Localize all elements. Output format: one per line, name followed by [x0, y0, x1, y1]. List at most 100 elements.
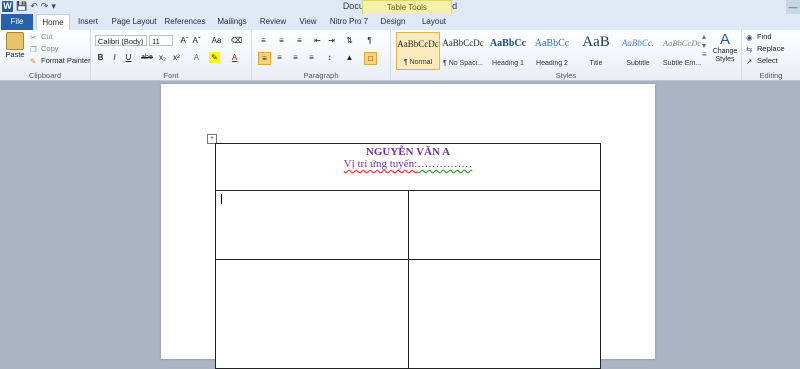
style-subtitle[interactable]: AaBbCc. Subtitle [616, 32, 660, 70]
superscript-button[interactable]: x² [171, 52, 182, 63]
style-subtle-emphasis-name: Subtle Em... [662, 60, 702, 67]
decrease-indent-icon[interactable]: ⇤ [312, 35, 323, 46]
tab-file[interactable]: File [1, 14, 33, 30]
align-right-icon[interactable]: ≡ [290, 52, 301, 63]
style-no-spacing[interactable]: AaBbCcDc ¶ No Spaci... [441, 32, 485, 70]
change-styles-button[interactable]: A Change Styles [710, 32, 740, 64]
align-left-icon[interactable]: ≡ [258, 52, 271, 65]
bullets-icon[interactable]: ≡ [258, 35, 269, 46]
style-normal-name: ¶ Normal [403, 59, 433, 66]
tab-insert[interactable]: Insert [73, 14, 103, 30]
table-cell-r2c2[interactable] [408, 190, 601, 260]
minimize-button[interactable]: — [786, 0, 800, 14]
ribbon-tabs: File Home Insert Page Layout References … [0, 14, 800, 31]
scissors-icon: ✂ [30, 32, 37, 42]
table-cell-r2c1[interactable] [215, 190, 409, 260]
italic-button[interactable]: I [109, 52, 120, 63]
sort-icon[interactable]: ⇅ [344, 35, 355, 46]
replace-icon: ⇆ [746, 44, 753, 54]
style-no-spacing-name: ¶ No Spaci... [443, 60, 483, 67]
style-heading-2-sample: AaBbCc [534, 38, 570, 49]
multilevel-list-icon[interactable]: ≡ [294, 35, 305, 46]
select-icon: ↗ [746, 56, 753, 66]
align-center-icon[interactable]: ≡ [274, 52, 285, 63]
style-heading-1-sample: AaBbCc [489, 38, 527, 49]
change-styles-icon: A [719, 31, 730, 48]
ribbon: Paste ✂ Cut ❐ Copy ✎ Format Painter Clipboa… [0, 30, 800, 81]
position-line: Vị trí ứng tuyển:…………… [216, 158, 600, 170]
show-formatting-button[interactable]: ¶ [364, 35, 375, 46]
tab-mailings[interactable]: Mailings [213, 14, 251, 30]
numbering-icon[interactable]: ≡ [276, 35, 287, 46]
tab-references[interactable]: References [163, 14, 207, 30]
style-normal-sample: AaBbCcDc [397, 39, 439, 49]
justify-icon[interactable]: ≡ [306, 52, 317, 63]
style-subtle-emphasis-sample: AaBbCcDc [662, 38, 702, 48]
style-subtitle-name: Subtitle [626, 60, 650, 67]
paragraph-group: ≡ ≡ ≡ ⇤ ⇥ ⇅ ¶ ≡ ≡ ≡ ≡ ↕ ▲ □ Paragraph [252, 30, 391, 80]
tab-design[interactable]: Design [377, 14, 409, 30]
position-label: Vị trí ứng tuyển: [343, 158, 418, 170]
find-button[interactable]: ◉ Find [746, 32, 772, 42]
tab-layout[interactable]: Layout [418, 14, 450, 30]
change-styles-label: Change Styles [712, 48, 738, 63]
tab-home[interactable]: Home [36, 14, 70, 31]
tab-view[interactable]: View [295, 14, 321, 30]
style-title-name: Title [589, 60, 603, 67]
text-effects-icon[interactable]: A [191, 52, 202, 63]
cut-button[interactable]: ✂ Cut [30, 32, 53, 42]
strikethrough-button[interactable]: abe [139, 52, 155, 63]
font-family-select[interactable]: Calibri (Body) [95, 35, 147, 46]
style-normal[interactable]: AaBbCcDc ¶ Normal [396, 32, 440, 70]
document-page[interactable]: + NGUYỄN VĂN A Vị trí ứng tuyển:…………… [161, 84, 655, 369]
copy-button[interactable]: ❐ Copy [30, 44, 59, 54]
tab-page-layout[interactable]: Page Layout [110, 14, 158, 30]
shading-icon[interactable]: ▲ [344, 52, 355, 63]
tab-review[interactable]: Review [257, 14, 289, 30]
paste-button[interactable]: Paste [4, 32, 26, 59]
shrink-font-button[interactable]: Aˇ [191, 35, 202, 46]
highlight-icon[interactable]: ✎ [209, 52, 220, 63]
style-heading-2[interactable]: AaBbCc Heading 2 [530, 32, 574, 70]
increase-indent-icon[interactable]: ⇥ [326, 35, 337, 46]
gallery-scroll-icon[interactable]: ▴ ▾ ≡ [702, 32, 707, 59]
style-no-spacing-sample: AaBbCcDc [442, 38, 484, 48]
font-size-select[interactable]: 11 [149, 35, 173, 46]
table-tools-title: Table Tools [387, 3, 427, 12]
style-title[interactable]: AaB Title [574, 32, 618, 70]
paste-label: Paste [5, 50, 25, 59]
style-heading-1[interactable]: AaBbCc Heading 1 [486, 32, 530, 70]
brush-icon: ✎ [30, 56, 37, 66]
editing-group: ◉ Find ⇆ Replace ↗ Select Editing [742, 30, 800, 80]
editing-label: Editing [759, 71, 783, 80]
clipboard-group: Paste ✂ Cut ❐ Copy ✎ Format Painter Clipboa… [0, 30, 91, 80]
style-title-sample: AaB [582, 34, 610, 50]
line-spacing-icon[interactable]: ↕ [324, 52, 335, 63]
styles-label: Styles [555, 71, 577, 80]
cv-table[interactable]: NGUYỄN VĂN A Vị trí ứng tuyển:…………… [215, 143, 601, 369]
style-heading-2-name: Heading 2 [536, 60, 568, 67]
position-dots: …………… [417, 158, 473, 170]
styles-gallery: AaBbCcDc ¶ Normal AaBbCcDc ¶ No Spaci...… [394, 32, 710, 70]
replace-button[interactable]: ⇆ Replace [746, 44, 785, 54]
borders-icon[interactable]: □ [364, 52, 377, 65]
tab-nitro-pro[interactable]: Nitro Pro 7 [326, 14, 372, 30]
underline-button[interactable]: U [123, 52, 134, 63]
subscript-button[interactable]: x₂ [157, 52, 168, 63]
select-button[interactable]: ↗ Select [746, 56, 778, 66]
style-subtitle-sample: AaBbCc. [621, 38, 655, 48]
font-color-icon[interactable]: A [229, 52, 240, 63]
grow-font-button[interactable]: Aˆ [179, 35, 190, 46]
document-workspace[interactable]: + NGUYỄN VĂN A Vị trí ứng tuyển:…………… [0, 81, 800, 369]
header-cell[interactable]: NGUYỄN VĂN A Vị trí ứng tuyển:…………… [215, 143, 601, 191]
style-subtle-emphasis[interactable]: AaBbCcDc Subtle Em... [660, 32, 704, 70]
clear-formatting-icon[interactable]: ⌫ [231, 35, 242, 46]
font-group: Calibri (Body) 11 Aˆ Aˇ Aa ⌫ B I U abe x… [91, 30, 252, 80]
bold-button[interactable]: B [95, 52, 106, 63]
style-heading-1-name: Heading 1 [492, 60, 524, 67]
clipboard-label: Clipboard [28, 71, 62, 80]
change-case-button[interactable]: Aa [211, 35, 222, 46]
font-label: Font [163, 71, 179, 80]
paragraph-label: Paragraph [303, 71, 339, 80]
format-painter-button[interactable]: ✎ Format Painter [30, 56, 91, 66]
